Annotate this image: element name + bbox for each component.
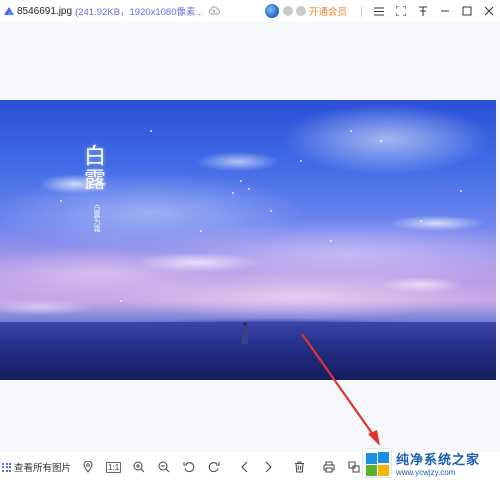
- displayed-image[interactable]: 白露 白露为霜: [0, 100, 496, 380]
- zoom-in-icon[interactable]: [128, 457, 150, 477]
- view-all-images-label: 查看所有图片: [14, 463, 72, 474]
- avatar[interactable]: [264, 4, 279, 18]
- maximize-icon[interactable]: [456, 0, 478, 22]
- file-name: 8546691.jpg: [17, 5, 73, 17]
- fullscreen-icon[interactable]: [390, 0, 412, 22]
- windows-logo-icon: [362, 448, 392, 478]
- image-calligraphy-title: 白露: [80, 144, 105, 192]
- minimize-icon[interactable]: [434, 0, 456, 22]
- title-bar-controls: 开通会员: [264, 0, 500, 22]
- delete-icon[interactable]: [288, 457, 310, 477]
- image-calligraphy-subtitle: 白露为霜: [93, 204, 101, 232]
- image-canvas[interactable]: 白露 白露为霜: [0, 22, 500, 452]
- rotate-right-icon[interactable]: [203, 457, 225, 477]
- file-info: (241.92KB，1920x1080像素...: [75, 7, 204, 18]
- cloud-upload-icon[interactable]: [208, 5, 221, 18]
- open-vip-link[interactable]: 开通会员: [309, 4, 347, 18]
- divider: [361, 5, 362, 17]
- zoom-out-icon[interactable]: [153, 457, 175, 477]
- app-logo-icon: [4, 6, 14, 16]
- site-watermark: 纯净系统之家 www.ycwjzy.com: [362, 444, 500, 482]
- grid-icon: [2, 462, 11, 472]
- print-icon[interactable]: [318, 457, 340, 477]
- location-icon[interactable]: [77, 457, 99, 477]
- watermark-url: www.ycwjzy.com: [396, 468, 456, 477]
- crown-icon: [295, 6, 306, 16]
- close-icon[interactable]: [478, 0, 500, 22]
- watermark-title: 纯净系统之家: [396, 452, 481, 467]
- view-all-images-button[interactable]: 查看所有图片: [2, 457, 71, 477]
- vip-badge-icon: [282, 6, 293, 16]
- previous-icon[interactable]: [233, 457, 255, 477]
- standing-figure: [241, 322, 249, 344]
- next-icon[interactable]: [258, 457, 280, 477]
- menu-icon[interactable]: [368, 0, 390, 22]
- title-bar: 8546691.jpg (241.92KB，1920x1080像素... 开通会…: [0, 0, 500, 22]
- actual-size-button[interactable]: 1:1: [106, 461, 122, 473]
- rotate-left-icon[interactable]: [178, 457, 200, 477]
- pin-icon[interactable]: [412, 0, 434, 22]
